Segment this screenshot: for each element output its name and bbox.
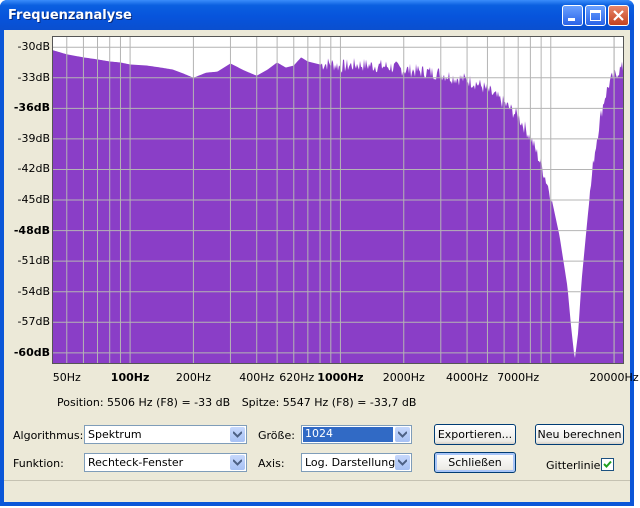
close-icon xyxy=(613,10,624,21)
export-button[interactable]: Exportieren... xyxy=(434,424,516,445)
axis-value: Log. Darstellung xyxy=(305,456,396,469)
y-tick-label: -39dB xyxy=(17,131,51,145)
y-tick-label: -48dB xyxy=(13,223,50,237)
spectrum-chart-svg xyxy=(53,37,623,363)
close-dialog-button[interactable]: Schließen xyxy=(434,452,516,473)
close-button[interactable] xyxy=(608,5,629,26)
status-line: Position: 5506 Hz (F8) = -33 dB Spitze: … xyxy=(57,396,424,409)
maximize-button[interactable] xyxy=(585,5,606,26)
status-bar-divider xyxy=(4,480,630,481)
spectrum-plot[interactable] xyxy=(52,36,624,364)
position-readout: Position: 5506 Hz (F8) = -33 dB xyxy=(57,396,231,409)
window-title: Frequenzanalyse xyxy=(8,8,132,23)
x-tick-label: 4000Hz xyxy=(446,371,489,384)
y-tick-label: -30dB xyxy=(17,40,51,54)
chevron-down-icon[interactable] xyxy=(395,455,410,470)
x-tick-label: 2000Hz xyxy=(382,371,425,384)
size-select[interactable]: 1024 xyxy=(301,425,412,444)
function-select[interactable]: Rechteck-Fenster xyxy=(84,453,247,472)
x-tick-label: 620Hz xyxy=(279,371,315,384)
size-label: Größe: xyxy=(258,429,295,442)
y-tick-label: -42dB xyxy=(17,162,51,176)
function-value: Rechteck-Fenster xyxy=(88,456,184,469)
algorithm-value: Spektrum xyxy=(88,428,142,441)
axis-label: Axis: xyxy=(258,457,285,470)
minimize-button[interactable] xyxy=(562,5,583,26)
x-tick-label: 200Hz xyxy=(175,371,211,384)
y-tick-label: -45dB xyxy=(17,193,51,206)
chevron-down-icon[interactable] xyxy=(395,427,410,442)
maximize-icon xyxy=(590,10,601,21)
x-tick-label: 1000Hz xyxy=(317,371,364,384)
recalculate-button[interactable]: Neu berechnen xyxy=(535,424,624,445)
y-tick-label: -60dB xyxy=(13,345,50,359)
title-bar[interactable]: Frequenzanalyse xyxy=(0,0,634,30)
function-label: Funktion: xyxy=(13,457,64,470)
y-tick-label: -57dB xyxy=(17,315,51,329)
x-tick-label: 20000Hz xyxy=(589,371,639,384)
chevron-down-icon[interactable] xyxy=(230,455,245,470)
peak-readout: Spitze: 5547 Hz (F8) = -33,7 dB xyxy=(241,396,417,409)
y-tick-label: -36dB xyxy=(13,101,50,115)
size-value: 1024 xyxy=(303,427,393,442)
axis-select[interactable]: Log. Darstellung xyxy=(301,453,412,472)
x-tick-label: 50Hz xyxy=(52,371,81,384)
gridlines-label: Gitterlinien xyxy=(546,459,608,472)
gridlines-checkbox[interactable] xyxy=(601,458,614,471)
y-tick-label: -54dB xyxy=(17,284,51,298)
y-tick-label: -33dB xyxy=(17,70,51,84)
algorithm-select[interactable]: Spektrum xyxy=(84,425,247,444)
x-tick-label: 400Hz xyxy=(239,371,275,384)
spectrum-area xyxy=(53,50,623,363)
x-tick-label: 7000Hz xyxy=(497,371,540,384)
x-tick-label: 100Hz xyxy=(110,371,150,384)
chevron-down-icon[interactable] xyxy=(230,427,245,442)
minimize-icon xyxy=(568,18,575,21)
checkmark-icon xyxy=(603,460,612,468)
algorithm-label: Algorithmus: xyxy=(13,429,84,442)
y-tick-label: -51dB xyxy=(17,254,51,268)
